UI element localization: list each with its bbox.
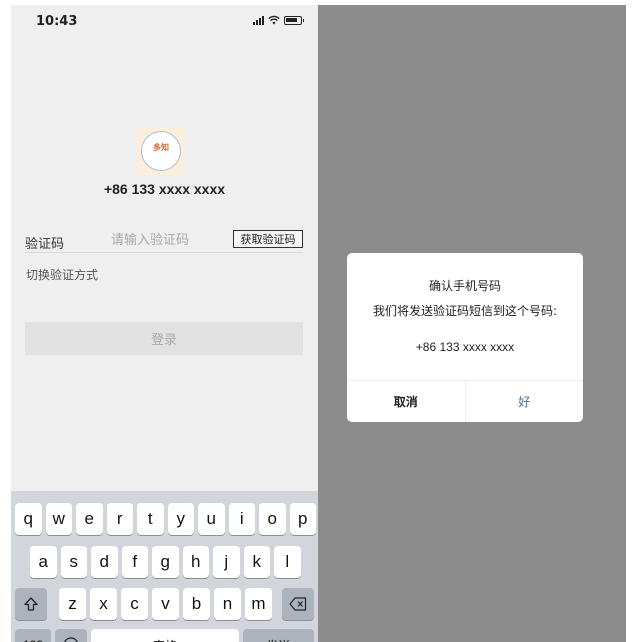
status-bar: 10:43 <box>11 5 318 37</box>
key-e[interactable]: e <box>76 503 103 535</box>
login-button[interactable]: 登录 <box>25 322 303 355</box>
keyboard: qwertyuiop asdfghjkl zxcvbnm 123 <box>11 491 318 642</box>
key-g[interactable]: g <box>152 546 179 578</box>
phone-number: +86 133 xxxx xxxx <box>103 181 226 197</box>
key-a[interactable]: a <box>30 546 57 578</box>
send-key[interactable]: 发送 <box>243 629 314 642</box>
get-code-button[interactable]: 获取验证码 <box>233 230 303 248</box>
wifi-icon <box>268 15 280 25</box>
code-label: 验证码 <box>25 237 65 252</box>
shift-icon <box>24 597 38 611</box>
key-i[interactable]: i <box>228 503 255 535</box>
code-input[interactable] <box>111 230 223 250</box>
key-k[interactable]: k <box>243 546 270 578</box>
key-b[interactable]: b <box>183 588 210 620</box>
battery-icon <box>284 15 304 25</box>
status-time: 10:43 <box>36 14 78 29</box>
key-z[interactable]: z <box>59 588 86 620</box>
key-f[interactable]: f <box>121 546 148 578</box>
confirm-phone-dialog: 确认手机号码 我们将发送验证码短信到这个号码: +86 133 xxxx xxx… <box>347 253 583 422</box>
dialog-phone-number: +86 133 xxxx xxxx <box>415 340 515 354</box>
shift-key[interactable] <box>15 588 47 620</box>
keyboard-row-2: asdfghjkl <box>11 546 318 578</box>
login-screen: 10:43 多知 ······ +86 133 xxxx xxxx 验证码 获取… <box>11 5 318 642</box>
logo-circle: 多知 ······ <box>141 131 181 171</box>
dialog-buttons: 取消 好 <box>347 380 583 422</box>
switch-method-link[interactable]: 切换验证方式 <box>26 266 98 283</box>
key-l[interactable]: l <box>274 546 301 578</box>
app-logo: 多知 ······ <box>137 127 185 175</box>
keyboard-row-4: 123 空格 发送 <box>11 629 318 642</box>
key-v[interactable]: v <box>152 588 179 620</box>
key-r[interactable]: r <box>106 503 133 535</box>
keyboard-row-1: qwertyuiop <box>11 503 318 535</box>
keyboard-row-3: zxcvbnm <box>11 588 318 620</box>
backspace-icon <box>289 597 307 611</box>
key-t[interactable]: t <box>137 503 164 535</box>
space-key[interactable]: 空格 <box>91 629 239 642</box>
emoji-icon <box>64 637 78 642</box>
key-n[interactable]: n <box>214 588 241 620</box>
key-x[interactable]: x <box>90 588 117 620</box>
key-q[interactable]: q <box>15 503 42 535</box>
verification-code-row: 验证码 获取验证码 <box>25 229 303 253</box>
numbers-key[interactable]: 123 <box>15 629 51 642</box>
cancel-button[interactable]: 取消 <box>347 381 466 422</box>
key-j[interactable]: j <box>213 546 240 578</box>
logo-text: 多知 <box>153 143 169 152</box>
key-m[interactable]: m <box>245 588 272 620</box>
key-h[interactable]: h <box>182 546 209 578</box>
delete-key[interactable] <box>282 588 314 620</box>
key-p[interactable]: p <box>289 503 316 535</box>
ok-button[interactable]: 好 <box>466 381 584 422</box>
key-u[interactable]: u <box>198 503 225 535</box>
signal-icon <box>253 15 264 25</box>
emoji-key[interactable] <box>55 629 87 642</box>
key-o[interactable]: o <box>259 503 286 535</box>
key-w[interactable]: w <box>45 503 72 535</box>
status-icons <box>253 15 304 25</box>
dialog-title: 确认手机号码 <box>428 279 501 293</box>
key-y[interactable]: y <box>167 503 194 535</box>
key-s[interactable]: s <box>60 546 87 578</box>
dialog-message: 我们将发送验证码短信到这个号码: <box>372 304 558 318</box>
dialog-overlay-screen: 确认手机号码 我们将发送验证码短信到这个号码: +86 133 xxxx xxx… <box>318 5 626 642</box>
key-c[interactable]: c <box>121 588 148 620</box>
logo-decoration: ······ <box>158 154 164 158</box>
key-d[interactable]: d <box>91 546 118 578</box>
